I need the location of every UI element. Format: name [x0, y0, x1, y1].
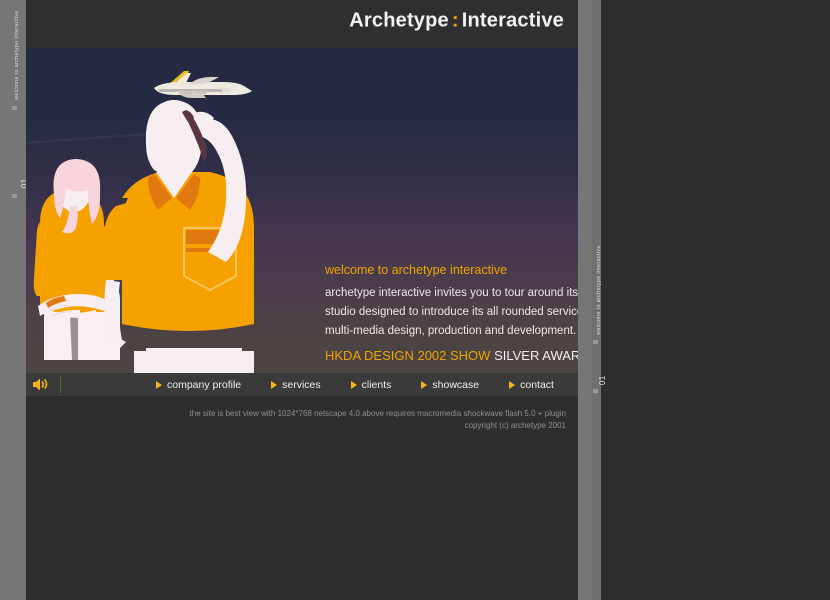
brand-title: Archetype: Interactive	[349, 10, 564, 33]
nav-item-label: clients	[361, 378, 392, 391]
hero-paragraph-line-3: multi-media design, production and devel…	[325, 325, 577, 337]
site-footer: the site is best view with 1024*768 nets…	[26, 396, 578, 600]
nav-item-list: company profile services clients showcas…	[156, 373, 554, 396]
figure-male	[104, 100, 254, 373]
page-root: welcome to archetype interactive 01 welc…	[0, 0, 830, 600]
nav-item-contact[interactable]: contact	[509, 379, 554, 391]
airplane-icon	[154, 71, 252, 98]
nav-item-clients[interactable]: clients	[350, 378, 392, 391]
speaker-icon[interactable]	[32, 378, 48, 391]
hero-copy-block: welcome to archetype interactive archety…	[325, 263, 578, 363]
hero-paragraph-line-1: archetype interactive invites you to tou…	[325, 287, 578, 299]
triangle-bullet-icon	[421, 380, 428, 389]
left-side-rail: welcome to archetype interactive 01	[0, 0, 29, 600]
right-rail-page-number: 01	[598, 375, 607, 386]
nav-item-label: services	[282, 378, 321, 391]
right-rail-vertical-label: welcome to archetype interactive	[596, 245, 602, 335]
footer-copyright-line: copyright (c) archetype 2001	[464, 421, 566, 430]
footer-requirements-line: the site is best view with 1024*768 nets…	[189, 409, 566, 418]
brand-first-word: Archetype	[349, 9, 449, 32]
triangle-bullet-icon	[156, 380, 162, 389]
nav-item-showcase[interactable]: showcase	[421, 379, 479, 391]
nav-divider	[60, 376, 61, 393]
triangle-bullet-icon	[509, 380, 516, 389]
brand-second-word: Interactive	[461, 9, 564, 32]
hero-stage: welcome to archetype interactive archety…	[26, 48, 578, 373]
main-navigation-bar: company profile services clients showcas…	[26, 373, 578, 396]
award-line: HKDA DESIGN 2002 SHOW SILVER AWARD	[325, 348, 578, 363]
left-rail-vertical-label: welcome to archetype interactive	[14, 10, 20, 100]
nav-item-label: showcase	[432, 378, 480, 391]
triangle-bullet-icon	[271, 380, 278, 389]
hero-paragraph-line-2: studio designed to introduce its all rou…	[325, 306, 578, 318]
desktop-background	[601, 0, 830, 600]
right-rail-tick-2	[593, 389, 598, 393]
brand-separator: :	[451, 9, 459, 32]
left-rail-tick-2	[12, 194, 17, 198]
footer-text-block: the site is best view with 1024*768 nets…	[190, 408, 566, 432]
right-rail-tick	[593, 340, 598, 344]
nav-item-label: company profile	[167, 378, 242, 391]
hero-headline: welcome to archetype interactive	[325, 263, 508, 277]
site-header: Archetype: Interactive	[26, 0, 578, 49]
award-show-name: HKDA DESIGN 2002 SHOW	[325, 348, 491, 363]
nav-item-label: contact	[520, 378, 554, 391]
triangle-bullet-icon	[350, 380, 357, 389]
nav-item-services[interactable]: services	[271, 379, 321, 391]
nav-item-company-profile[interactable]: company profile	[156, 379, 241, 391]
left-rail-tick	[12, 106, 17, 110]
award-prize: SILVER AWARD	[494, 348, 578, 363]
